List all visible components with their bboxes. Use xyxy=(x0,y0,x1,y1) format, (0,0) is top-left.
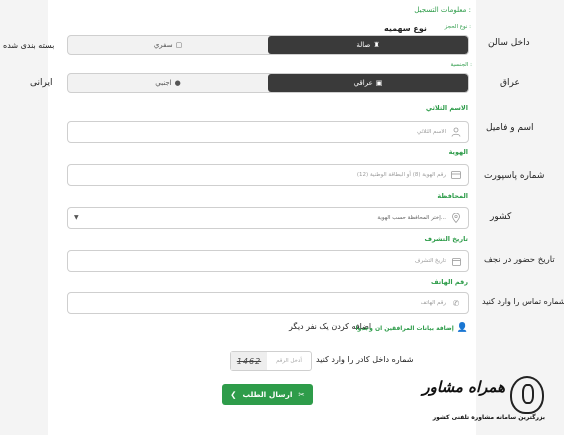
nationality-toggle: اجنبي ● عراقي ▣ xyxy=(67,73,469,93)
category-label: نوع الحجز : xyxy=(444,24,471,30)
category-toggle: سفري ▢ صالة ♜ xyxy=(67,35,469,55)
add-companion-label: إضافة بيانات المرافقين ان وجدوا xyxy=(355,324,454,332)
province-select[interactable]: ▼ إختر المحافظة حسب الهوية... xyxy=(67,207,469,229)
id-placeholder: رقم الهوية (8) أو البطاقة الوطنية (12) xyxy=(356,172,446,178)
user-icon xyxy=(450,126,462,138)
chevron-down-icon: ▼ xyxy=(74,214,79,221)
annotation-captcha: شماره داخل کادر را وارد کنید xyxy=(316,355,414,364)
province-label: المحافظة xyxy=(437,192,468,200)
iraq-flag-icon: ▣ xyxy=(375,79,383,87)
name-placeholder: الاسم الثلاثي xyxy=(417,129,446,135)
annotation-country: کشور xyxy=(490,212,512,222)
date-input[interactable]: تاريخ التشرف xyxy=(67,250,469,272)
annotation-full-name: اسم و فامیل xyxy=(486,123,534,133)
nationality-option-foreign-label: اجنبي xyxy=(155,79,172,87)
annotation-iranian: ایرانی xyxy=(30,78,53,88)
phone-icon: ✆ xyxy=(452,298,460,308)
category-option-hall-label: صالة xyxy=(356,41,371,49)
nationality-label: الجنسية : xyxy=(450,62,472,68)
nationality-option-iraqi[interactable]: عراقي ▣ xyxy=(268,74,468,92)
id-label: الهوية xyxy=(448,148,468,156)
category-option-takeaway[interactable]: سفري ▢ xyxy=(68,36,268,54)
province-placeholder: إختر المحافظة حسب الهوية... xyxy=(377,215,446,221)
annotation-category: داخل سالن xyxy=(488,38,530,48)
phone-label: رقم الهاتف xyxy=(431,278,468,286)
left-gutter xyxy=(0,0,48,435)
captcha-input[interactable]: أدخل الرقم xyxy=(267,352,311,370)
annotation-nationality: عراق xyxy=(500,78,520,88)
annotation-passport: شماره پاسپورت xyxy=(484,171,545,181)
section-title: معلومات التسجيل : xyxy=(414,6,471,14)
name-label: الاسم الثلاثي xyxy=(425,104,468,112)
submit-button[interactable]: ❮ ارسال الطلب ✂ xyxy=(222,384,313,405)
globe-icon: ● xyxy=(174,79,181,87)
annotation-arrival: تاریخ حضور در نجف xyxy=(484,255,555,265)
captcha-code: 1462 xyxy=(231,352,267,370)
date-placeholder: تاريخ التشرف xyxy=(414,258,446,264)
brand-emblem-icon xyxy=(510,376,544,414)
submit-label: ارسال الطلب xyxy=(242,390,293,399)
annotation-phone: شماره تماس را وارد کنید xyxy=(482,297,564,306)
category-option-hall[interactable]: صالة ♜ xyxy=(268,36,468,54)
location-pin-icon xyxy=(450,212,462,224)
annotation-package: بسته بندی شده xyxy=(3,41,55,50)
category-option-takeaway-label: سفري xyxy=(153,41,173,49)
utensils-icon: ✂ xyxy=(298,390,305,399)
add-companion-link[interactable]: إضافة بيانات المرافقين ان وجدوا 👤 xyxy=(356,323,468,333)
phone-placeholder: رقم الهاتف xyxy=(420,300,446,306)
calendar-icon xyxy=(450,255,462,267)
name-input[interactable]: الاسم الثلاثي xyxy=(67,121,469,143)
hall-icon: ♜ xyxy=(373,41,380,49)
id-card-icon xyxy=(450,169,462,181)
captcha-box: 1462 أدخل الرقم xyxy=(230,351,312,371)
id-input[interactable]: رقم الهوية (8) أو البطاقة الوطنية (12) xyxy=(67,164,469,186)
nationality-option-foreign[interactable]: اجنبي ● xyxy=(68,74,268,92)
phone-input[interactable]: رقم الهاتف ✆ xyxy=(67,292,469,314)
brand-name: همراه مشاور xyxy=(422,378,505,396)
chevron-left-icon: ❮ xyxy=(230,390,237,399)
box-icon: ▢ xyxy=(175,41,183,49)
brand-logo: همراه مشاور بزرگترین سامانه مشاوره تلفنی… xyxy=(385,372,564,432)
brand-tagline: بزرگترین سامانه مشاوره تلفنی کشور xyxy=(432,414,545,421)
category-label-fa: نوع سهمیه xyxy=(384,24,427,33)
nationality-option-iraqi-label: عراقي xyxy=(353,79,373,87)
add-user-icon: 👤 xyxy=(456,323,468,333)
date-label: تاريخ التشرف xyxy=(424,235,468,243)
